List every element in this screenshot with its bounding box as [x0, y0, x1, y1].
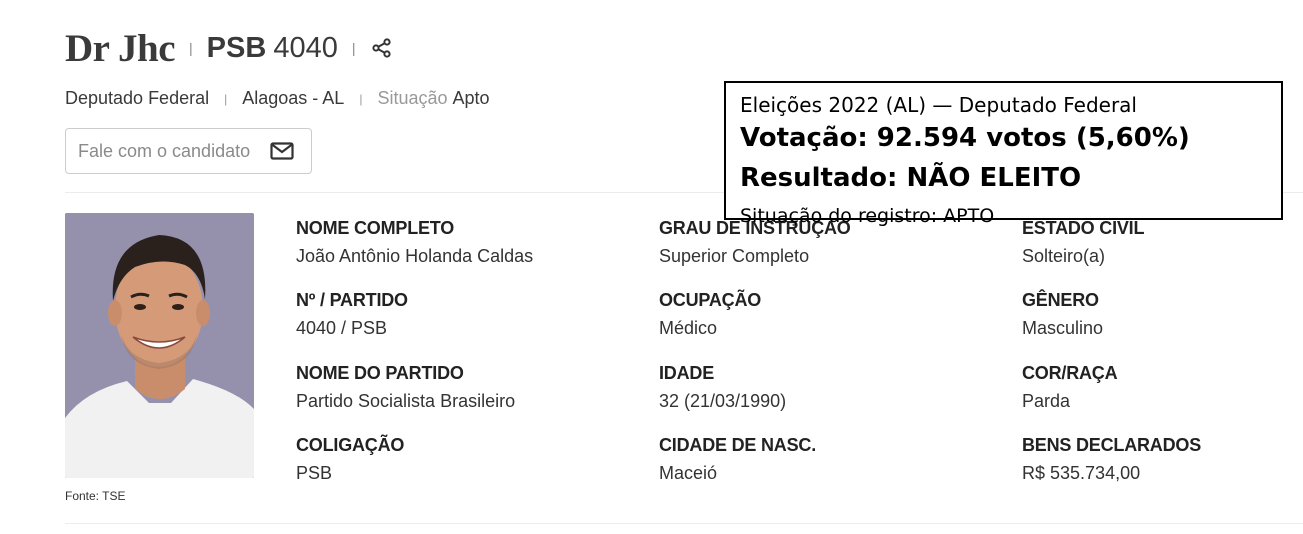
field-value: João Antônio Holanda Caldas [296, 246, 534, 266]
field-gender: GÊNERO Masculino [1022, 290, 1103, 339]
field-value: PSB [296, 463, 333, 483]
field-label: IDADE [659, 363, 715, 383]
field-party-name: NOME DO PARTIDO Partido Socialista Brasi… [296, 363, 515, 412]
election-result-box: Eleições 2022 (AL) — Deputado Federal Vo… [724, 81, 1283, 227]
field-value: 4040 / PSB [296, 318, 388, 338]
field-number-party: Nº / PARTIDO 4040 / PSB [296, 290, 408, 339]
field-coalition: COLIGAÇÃO PSB [296, 435, 404, 484]
separator: | [351, 40, 356, 56]
field-label: NOME DO PARTIDO [296, 363, 464, 383]
field-value: Maceió [659, 463, 718, 483]
field-label: CIDADE DE NASC. [659, 435, 817, 455]
field-label: BENS DECLARADOS [1022, 435, 1202, 455]
election-result: Resultado: NÃO ELEITO [740, 163, 1082, 193]
field-value: Masculino [1022, 318, 1104, 338]
field-race: COR/RAÇA Parda [1022, 363, 1118, 412]
state: Alagoas - AL [242, 88, 345, 108]
share-icon[interactable] [371, 36, 395, 60]
photo-credit: Fonte: TSE [65, 489, 126, 503]
status-value: Apto [452, 88, 490, 108]
field-label: COLIGAÇÃO [296, 435, 405, 455]
separator: | [359, 91, 363, 106]
field-full-name: NOME COMPLETO João Antônio Holanda Calda… [296, 218, 533, 267]
candidate-photo [65, 213, 254, 478]
field-label: COR/RAÇA [1022, 363, 1118, 383]
field-value: Solteiro(a) [1022, 246, 1106, 266]
field-value: Parda [1022, 391, 1071, 411]
candidate-name: Dr Jhc [65, 26, 176, 70]
office: Deputado Federal [65, 88, 210, 108]
field-label: GÊNERO [1022, 290, 1099, 310]
election-title: Eleições 2022 (AL) — Deputado Federal [740, 93, 1137, 117]
contact-candidate-button[interactable]: Fale com o candidato [65, 128, 312, 174]
registration-status: Situação do registro: APTO [740, 205, 995, 227]
field-value: 32 (21/03/1990) [659, 391, 787, 411]
field-label: ESTADO CIVIL [1022, 218, 1145, 238]
field-occupation: OCUPAÇÃO Médico [659, 290, 761, 339]
field-value: Partido Socialista Brasileiro [296, 391, 516, 411]
candidate-subheader: Deputado Federal | Alagoas - AL | Situaç… [65, 88, 490, 109]
party-abbreviation: PSB [206, 31, 267, 64]
field-value: Superior Completo [659, 246, 810, 266]
separator: | [224, 91, 228, 106]
contact-label: Fale com o candidato [78, 140, 251, 161]
vote-count: Votação: 92.594 votos (5,60%) [740, 123, 1190, 153]
field-marital-status: ESTADO CIVIL Solteiro(a) [1022, 218, 1144, 267]
mail-icon [270, 142, 294, 160]
divider [65, 523, 1303, 524]
party-number: 4040 [273, 31, 338, 64]
field-age: IDADE 32 (21/03/1990) [659, 363, 786, 412]
field-label: Nº / PARTIDO [296, 290, 408, 310]
field-label: OCUPAÇÃO [659, 290, 762, 310]
separator: | [189, 40, 193, 56]
field-value: Médico [659, 318, 718, 338]
title-row: Dr Jhc | PSB 4040 | [65, 24, 395, 72]
field-declared-assets: BENS DECLARADOS R$ 535.734,00 [1022, 435, 1201, 484]
field-value: R$ 535.734,00 [1022, 463, 1141, 483]
field-birth-city: CIDADE DE NASC. Maceió [659, 435, 816, 484]
field-label: NOME COMPLETO [296, 218, 455, 238]
status-label: Situação [377, 88, 448, 108]
